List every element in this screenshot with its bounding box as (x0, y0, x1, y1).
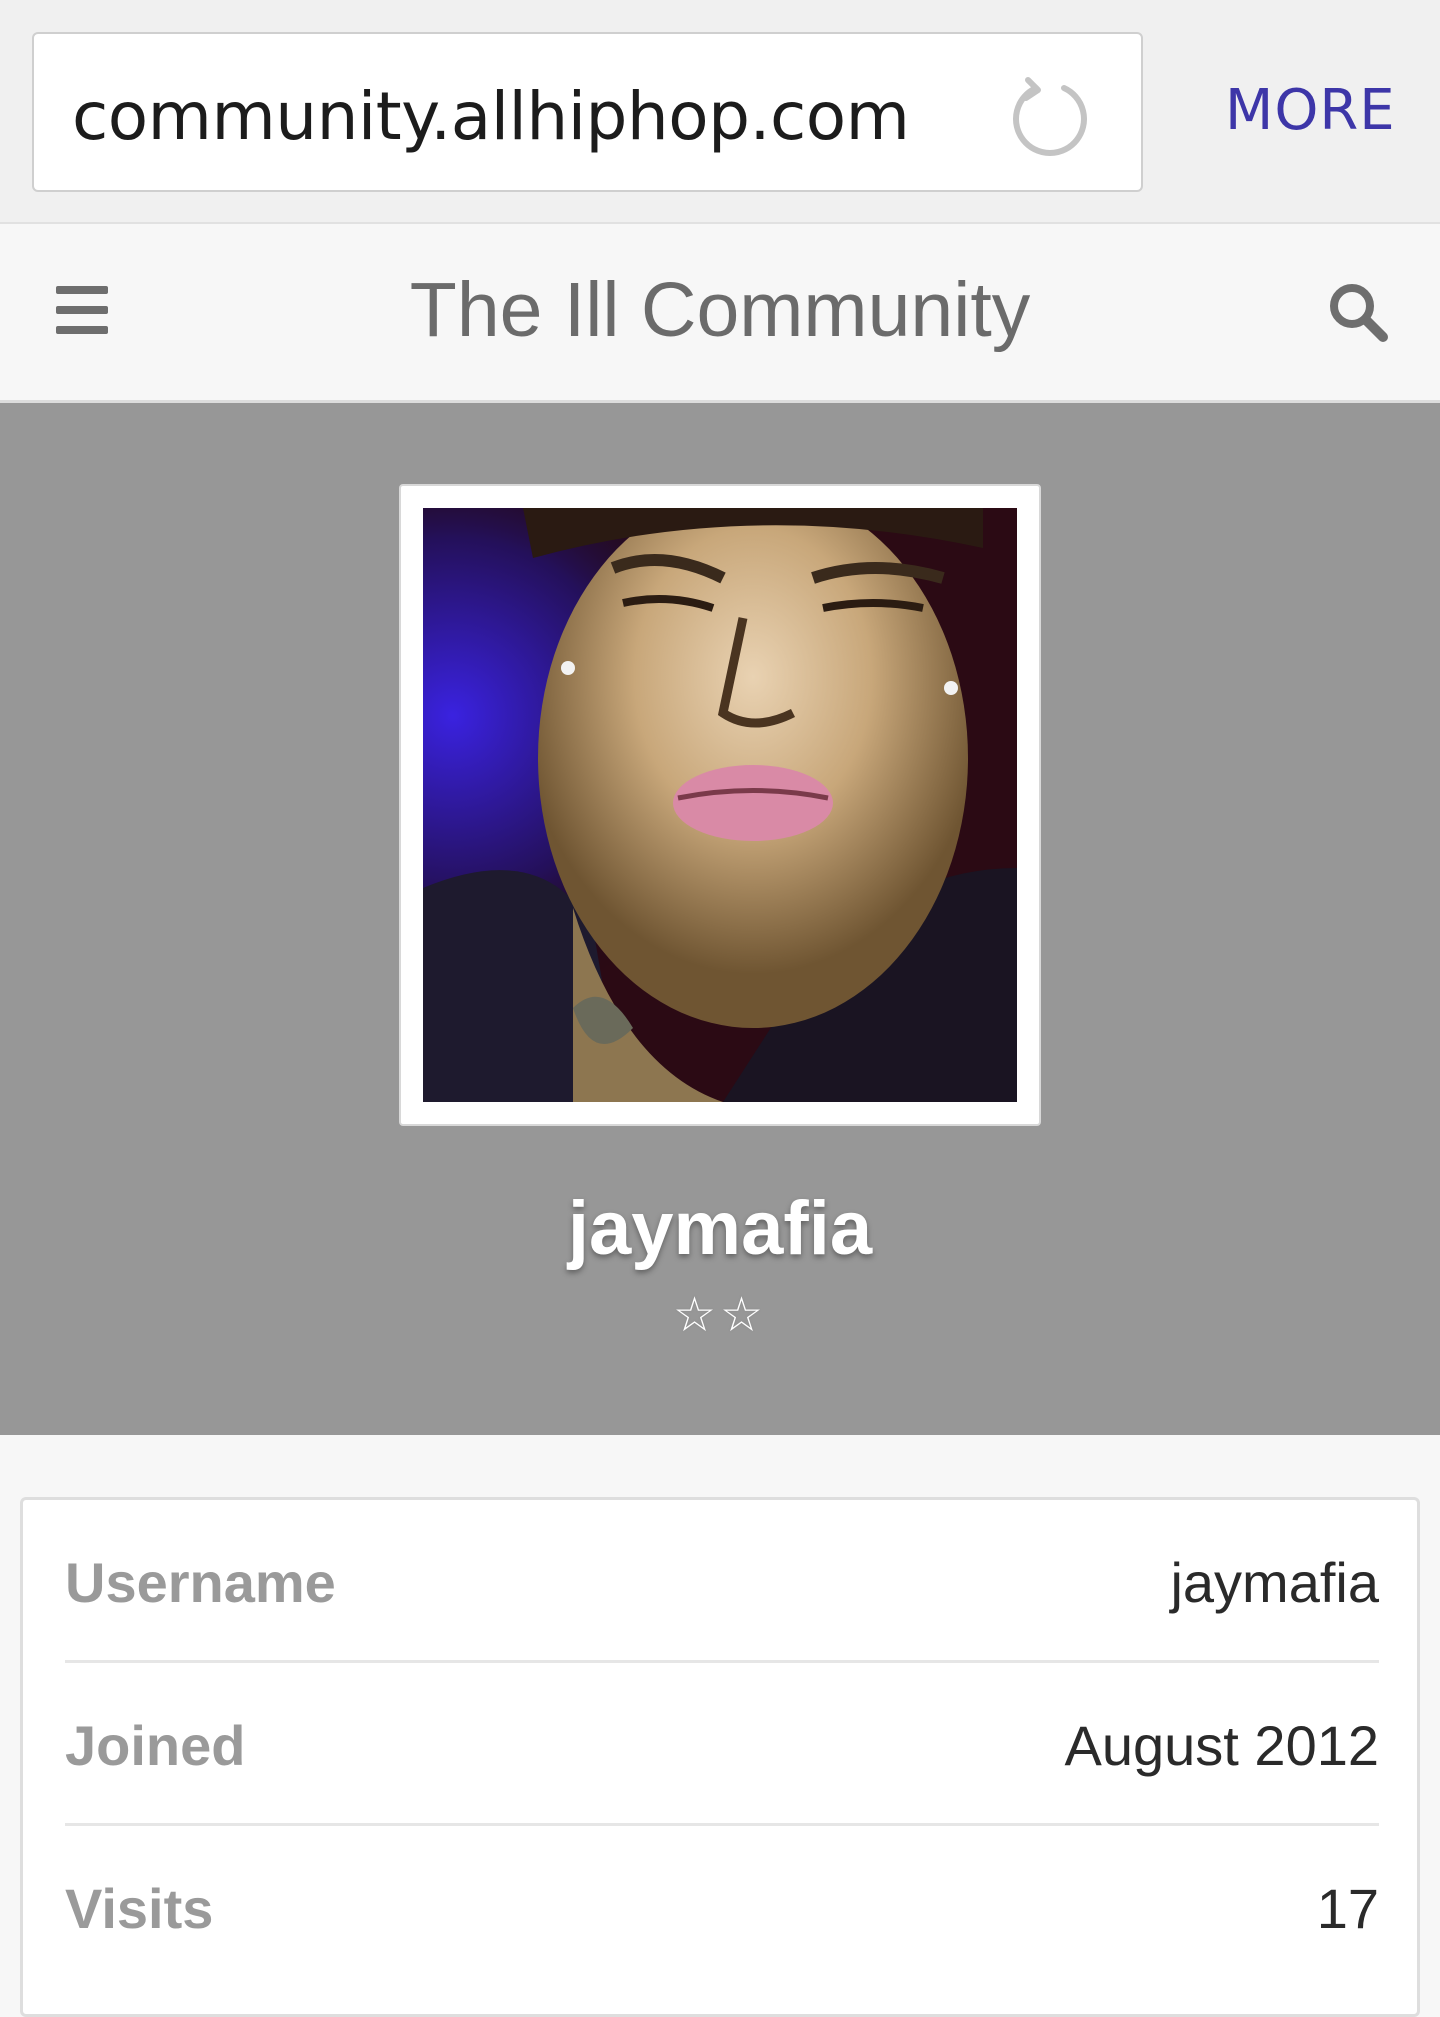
profile-username: jaymafia (567, 1186, 873, 1271)
info-row-username: Username jaymafia (65, 1500, 1379, 1663)
rank-stars: ☆☆ (672, 1287, 768, 1343)
info-value: August 2012 (1064, 1714, 1379, 1777)
avatar-image (423, 508, 1017, 1102)
browser-toolbar: community.allhiphop.com MORE (0, 0, 1440, 224)
site-title[interactable]: The Ill Community (0, 266, 1440, 355)
avatar-frame (399, 484, 1041, 1126)
info-label: Username (65, 1551, 336, 1614)
profile-info-card: Username jaymafia Joined August 2012 Vis… (20, 1497, 1420, 2017)
reload-icon[interactable] (1006, 74, 1094, 162)
address-bar[interactable]: community.allhiphop.com (32, 32, 1143, 192)
more-button[interactable]: MORE (1225, 78, 1396, 143)
search-icon[interactable] (1327, 281, 1389, 343)
info-row-joined: Joined August 2012 (65, 1663, 1379, 1826)
info-value: jaymafia (1170, 1551, 1379, 1614)
profile-banner: jaymafia ☆☆ (0, 403, 1440, 1435)
info-label: Visits (65, 1877, 214, 1940)
avatar[interactable] (423, 508, 1017, 1102)
info-label: Joined (65, 1714, 246, 1777)
site-header: The Ill Community (0, 224, 1440, 403)
info-row-visits: Visits 17 (65, 1826, 1379, 1989)
url-text[interactable]: community.allhiphop.com (72, 78, 910, 155)
info-value: 17 (1316, 1877, 1379, 1940)
